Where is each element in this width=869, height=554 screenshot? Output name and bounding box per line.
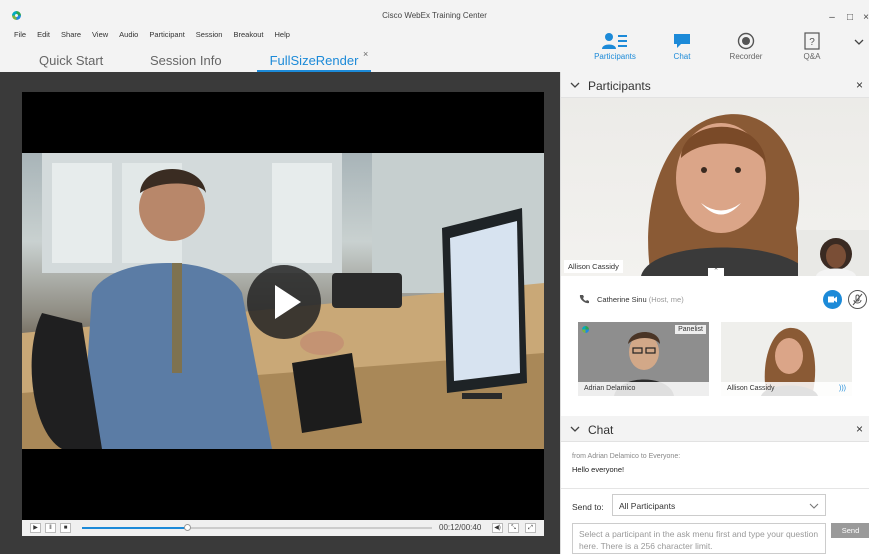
chat-header[interactable]: Chat ×	[561, 416, 869, 442]
participants-label: Participants	[594, 52, 636, 61]
chat-close-button[interactable]: ×	[856, 422, 863, 436]
progress-bar[interactable]	[82, 524, 432, 531]
stop-control-button[interactable]: ■	[60, 523, 71, 533]
host-role: (Host, me)	[648, 295, 684, 304]
playback-time: 00:12/00:40	[439, 523, 482, 532]
menu-bar: File Edit Share View Audio Participant S…	[0, 24, 560, 72]
qa-icon: ?	[804, 32, 820, 50]
chevron-down-icon[interactable]	[570, 424, 580, 434]
chevron-down-icon[interactable]	[853, 36, 865, 48]
document-tabs: Quick Start Session Info FullSizeRender …	[12, 49, 572, 72]
pause-control-button[interactable]: ‖	[45, 523, 56, 533]
participant-tile-allison[interactable]: Allison Cassidy)))	[721, 322, 852, 396]
chat-icon	[674, 34, 690, 48]
window-title: Cisco WebEx Training Center	[382, 11, 487, 20]
chevron-down-icon	[809, 503, 819, 509]
tab-session-info[interactable]: Session Info	[150, 52, 222, 72]
chat-label: Chat	[673, 52, 691, 61]
menu-edit[interactable]: Edit	[37, 30, 50, 39]
close-window-button[interactable]: ×	[860, 12, 869, 24]
progress-knob[interactable]	[184, 524, 191, 531]
participant-name: Allison Cassidy)))	[721, 382, 852, 396]
recorder-label: Recorder	[729, 52, 763, 61]
panel-toolbar: Participants Chat Recorder ? Q&A	[560, 24, 869, 72]
tab-close-button[interactable]: ×	[363, 49, 368, 59]
send-to-select[interactable]: All Participants	[612, 494, 826, 516]
send-to-label: Send to:	[572, 502, 604, 512]
chat-pane: Chat × from Adrian Delamico to Everyone:…	[561, 416, 869, 554]
participants-icon	[602, 33, 627, 49]
menu-file[interactable]: File	[14, 30, 26, 39]
microphone-muted-icon	[852, 293, 863, 306]
active-speaker-name: Allison Cassidy	[564, 260, 623, 273]
menu-share[interactable]: Share	[61, 30, 81, 39]
participants-header[interactable]: Participants ×	[561, 72, 869, 98]
player-controls: ▶ ‖ ■ 00:12/00:40 ◀) ⤡ ⤢	[22, 520, 544, 536]
maximize-button[interactable]: □	[844, 12, 856, 24]
menu-breakout[interactable]: Breakout	[233, 30, 263, 39]
video-frame	[22, 153, 544, 449]
participant-name: Adrian Delamico	[578, 382, 709, 396]
host-name-text: Catherine Sinu	[597, 295, 647, 304]
menu-help[interactable]: Help	[275, 30, 290, 39]
host-name: Catherine Sinu (Host, me)	[597, 295, 684, 304]
participants-close-button[interactable]: ×	[856, 78, 863, 92]
chat-title: Chat	[588, 423, 614, 437]
chevron-down-icon[interactable]	[570, 80, 580, 90]
video-camera-icon	[828, 296, 837, 303]
phone-icon	[579, 295, 589, 304]
chat-message-sender: from Adrian Delamico to Everyone:	[572, 453, 681, 460]
minimize-button[interactable]: –	[826, 12, 838, 24]
presenter-icon	[582, 326, 589, 333]
qa-label: Q&A	[803, 52, 821, 61]
tab-quick-start[interactable]: Quick Start	[39, 52, 103, 72]
menu-view[interactable]: View	[92, 30, 108, 39]
participant-tile-adrian[interactable]: Panelist Adrian Delamico	[578, 322, 709, 396]
tab-fullsizerender[interactable]: FullSizeRender	[257, 52, 371, 72]
menu: File Edit Share View Audio Participant S…	[14, 30, 301, 39]
video-player[interactable]	[22, 92, 544, 520]
mute-toggle-button[interactable]	[848, 290, 867, 309]
speaking-icon: )))	[839, 385, 846, 392]
send-button[interactable]: Send	[831, 523, 869, 538]
chat-divider	[561, 488, 869, 489]
video-toggle-button[interactable]	[823, 290, 842, 309]
play-control-button[interactable]: ▶	[30, 523, 41, 533]
recorder-button[interactable]: Recorder	[716, 32, 776, 61]
collapse-video-button[interactable]: ⌃	[708, 268, 724, 276]
panelist-badge: Panelist	[675, 325, 706, 334]
participants-title: Participants	[588, 79, 651, 93]
volume-icon[interactable]: ◀)	[492, 523, 503, 533]
title-bar: Cisco WebEx Training Center – □ ×	[0, 0, 869, 24]
qa-button[interactable]: ? Q&A	[782, 32, 842, 61]
menu-session[interactable]: Session	[196, 30, 223, 39]
menu-participant[interactable]: Participant	[149, 30, 184, 39]
fullscreen-icon[interactable]: ⤢	[525, 523, 536, 533]
recorder-icon	[737, 32, 755, 50]
participants-button[interactable]: Participants	[585, 32, 645, 61]
svg-text:?: ?	[809, 37, 815, 48]
chat-input[interactable]: Select a participant in the ask menu fir…	[572, 523, 826, 554]
video-pane: ▶ ‖ ■ 00:12/00:40 ◀) ⤡ ⤢	[0, 72, 560, 554]
chat-message-text: Hello everyone!	[572, 465, 625, 474]
right-panel: Participants × Allison Cassidy ⌃ Catheri…	[560, 72, 869, 554]
fit-screen-icon[interactable]: ⤡	[508, 523, 519, 533]
progress-fill	[82, 527, 187, 529]
send-to-value: All Participants	[619, 501, 676, 511]
play-button[interactable]	[247, 265, 321, 339]
host-row[interactable]: Catherine Sinu (Host, me)	[561, 284, 869, 314]
chat-button[interactable]: Chat	[652, 32, 712, 61]
menu-audio[interactable]: Audio	[119, 30, 138, 39]
active-speaker-video: Allison Cassidy ⌃	[561, 98, 869, 276]
participant-name-text: Allison Cassidy	[727, 385, 775, 392]
self-view-thumbnail[interactable]	[798, 230, 869, 276]
